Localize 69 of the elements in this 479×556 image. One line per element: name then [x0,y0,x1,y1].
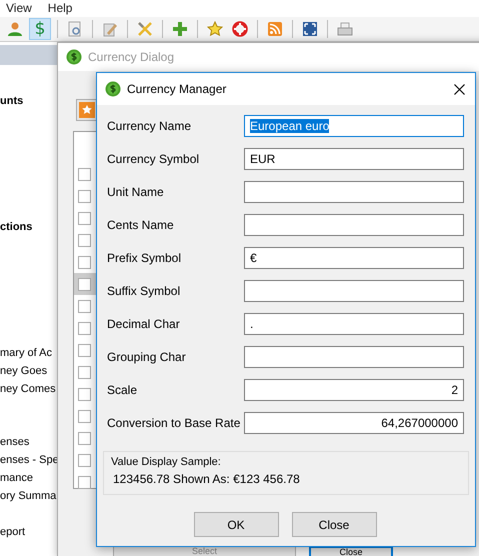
magnifier-page-icon[interactable] [67,21,83,37]
field-label: Prefix Symbol [107,251,182,265]
checkbox[interactable] [78,300,91,312]
sidebar-item[interactable]: enses [0,433,57,451]
input-field[interactable] [244,181,464,203]
group-legend: Value Display Sample: [109,456,459,468]
input-field[interactable]: 2 [244,379,464,401]
sidebar-item[interactable]: ney Goes [0,362,57,380]
checkbox[interactable] [78,366,91,378]
input-field[interactable]: European euro [244,115,464,137]
star-icon[interactable] [207,21,223,37]
coin-icon [66,49,82,65]
field-label: Unit Name [107,185,165,199]
sidebar-item[interactable]: ctions [0,218,57,236]
dialog-button[interactable]: Close [309,546,393,556]
checkbox[interactable] [78,212,91,224]
field-label: Currency Name [107,119,192,133]
checkbox[interactable] [78,278,91,290]
input-field[interactable] [244,280,464,302]
menu-item[interactable]: View [6,1,32,16]
input-field[interactable]: € [244,247,464,269]
field-label: Conversion to Base Rate [107,416,242,430]
field-label: Suffix Symbol [107,284,182,298]
menu-item[interactable]: Help [48,1,72,16]
checkbox[interactable] [78,344,91,356]
field-label: Decimal Char [107,317,181,331]
checkbox[interactable] [78,322,91,334]
coin-icon [105,81,121,97]
printer-icon[interactable] [337,21,353,37]
window-title: Currency Manager [127,82,228,96]
input-field[interactable]: 64,267000000 [244,412,464,434]
checkbox[interactable] [78,432,91,444]
list-row[interactable] [74,273,98,295]
input-field[interactable] [244,346,464,368]
window-title: Currency Dialog [88,50,174,64]
field-label: Cents Name [107,218,175,232]
sidebar-item[interactable]: unts [0,92,57,110]
sidebar-item[interactable]: ory Summa [0,487,57,505]
person-icon[interactable] [7,21,23,37]
close-icon[interactable] [454,84,465,94]
sidebar-item[interactable]: eport [0,523,57,541]
rss-icon[interactable] [267,21,283,37]
sidebar-item[interactable]: ney Comes [0,380,57,398]
dialog-button[interactable]: Close [292,512,376,537]
checkbox[interactable] [78,190,91,202]
checkbox[interactable] [78,476,91,488]
field-label: Scale [107,383,138,397]
fullscreen-icon[interactable] [302,21,318,37]
sidebar-item[interactable]: mance [0,469,57,487]
checkbox[interactable] [78,388,91,400]
checkbox[interactable] [78,454,91,466]
input-field[interactable]: . [244,313,464,335]
plus-icon[interactable] [172,21,188,37]
star-button[interactable] [76,99,98,121]
input-field[interactable]: EUR [244,148,464,170]
sidebar-item[interactable]: mary of Ac [0,344,57,362]
input-field[interactable] [244,214,464,236]
sample-text: 123456.78 Shown As: €123 456.78 [113,472,301,486]
dialog-button[interactable]: OK [194,512,278,537]
pencil-page-icon[interactable] [102,21,118,37]
checkbox[interactable] [78,256,91,268]
lifebuoy-icon[interactable] [232,21,248,37]
checkbox[interactable] [78,410,91,422]
field-label: Currency Symbol [107,152,200,166]
checkbox[interactable] [78,168,91,180]
field-label: Grouping Char [107,350,187,364]
tools-icon[interactable] [137,21,153,37]
checkbox[interactable] [78,234,91,246]
sidebar-header [0,45,57,65]
